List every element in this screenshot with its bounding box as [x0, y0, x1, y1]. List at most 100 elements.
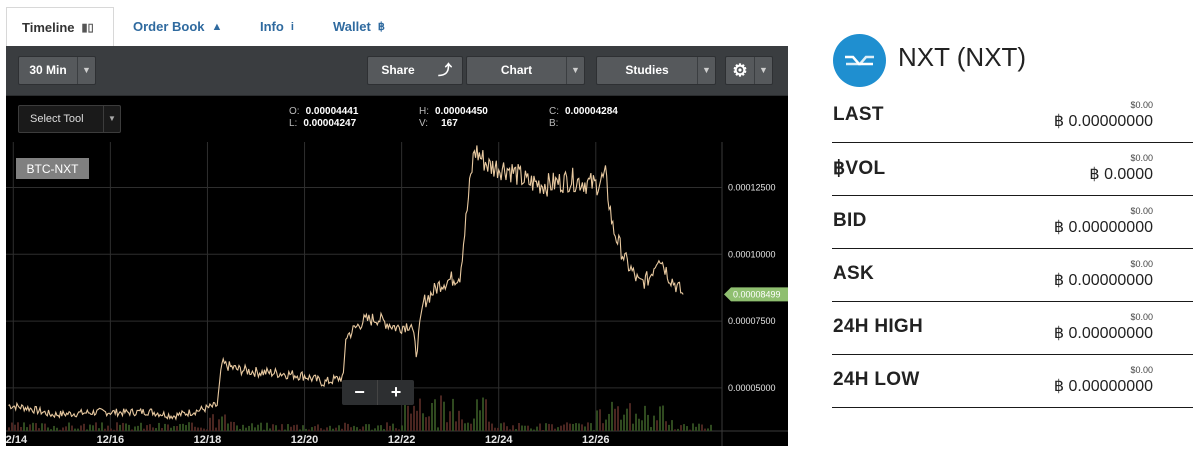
volume-bar [368, 424, 370, 431]
volume-bar [461, 419, 463, 431]
volume-bar [14, 424, 16, 431]
volume-bar [47, 427, 49, 431]
volume-bar [365, 424, 367, 431]
x-tick-label: 12/18 [194, 434, 222, 446]
volume-bar [371, 429, 373, 431]
volume-bar [635, 413, 637, 431]
volume-bar [641, 420, 643, 431]
volume-bar [167, 424, 169, 431]
volume-bar [680, 425, 682, 431]
volume-bar [704, 428, 706, 431]
volume-bar [128, 424, 130, 431]
volume-bar [485, 399, 487, 431]
volume-bar [377, 425, 379, 431]
volume-bar [35, 423, 37, 431]
volume-bar [398, 429, 400, 431]
volume-bar [101, 422, 103, 431]
volume-bar [32, 422, 34, 431]
volume-bar [701, 424, 703, 431]
volume-bar [74, 428, 76, 431]
volume-bar [386, 422, 388, 431]
zoom-controls: − + [342, 380, 414, 405]
volume-bar [647, 414, 649, 431]
volume-bar [86, 429, 88, 431]
volume-bar [98, 428, 100, 431]
stat-btc-value: ฿ 0.00000000 [1054, 270, 1153, 290]
volume-bar [527, 425, 529, 431]
volume-bar [497, 427, 499, 431]
stat-btc-number: 0.0000 [1104, 166, 1153, 183]
volume-bar [659, 406, 661, 431]
share-label: Share [381, 63, 415, 77]
volume-bar [530, 428, 532, 431]
studies-dropdown[interactable]: Studies ▼ [596, 56, 716, 85]
share-icon: ⤴ [438, 62, 452, 78]
volume-bar [344, 422, 346, 431]
volume-bar [488, 421, 490, 431]
volume-bar [266, 422, 268, 431]
volume-bar [215, 427, 217, 431]
ohlc-close: C: 0.00004284 [549, 106, 618, 117]
chevron-down-icon: ▼ [566, 57, 584, 84]
stat-label: 24H HIGH [833, 316, 924, 337]
settings-dropdown[interactable]: ⚙ ▼ [725, 56, 773, 85]
ohlc-low-label: L: [289, 118, 298, 129]
volume-bar [209, 417, 211, 431]
zoom-in-button[interactable]: + [378, 380, 414, 405]
tab-order-book[interactable]: Order Book ▲ [129, 7, 226, 46]
share-button[interactable]: Share ⤴ [367, 56, 463, 85]
volume-bar [80, 425, 82, 431]
volume-bar [359, 429, 361, 431]
y-tick-label: 0.00007500 [728, 316, 776, 326]
volume-bar [152, 427, 154, 431]
volume-bar [572, 423, 574, 431]
volume-bar [524, 425, 526, 431]
stat-row-volume: ฿VOL $0.00 ฿ 0.0000 [832, 143, 1193, 196]
interval-dropdown[interactable]: 30 Min ▼ [18, 56, 96, 85]
volume-bar [320, 428, 322, 431]
ohlc-high-label: H: [419, 106, 429, 117]
volume-bar [293, 425, 295, 431]
volume-bar [404, 404, 406, 431]
y-tick-label: 0.00012500 [728, 182, 776, 192]
bitcoin-icon: ฿ [1053, 219, 1065, 236]
volume-bar [29, 424, 31, 431]
volume-bar [458, 410, 460, 431]
volume-bar [407, 405, 409, 431]
volume-bar [323, 429, 325, 431]
volume-bar [257, 424, 259, 431]
stat-usd-value: $0.00 [1130, 153, 1153, 163]
ohlc-b-label: B: [549, 118, 559, 129]
studies-label: Studies [625, 63, 669, 77]
chart-type-dropdown[interactable]: Chart ▼ [466, 56, 585, 85]
volume-bar [263, 429, 265, 431]
chart-widget: 30 Min ▼ Share ⤴ Chart ▼ Studies ▼ ⚙ ▼ S… [6, 46, 788, 446]
volume-bar [668, 424, 670, 431]
tab-order-book-label: Order Book [133, 19, 205, 34]
volume-bar [401, 425, 403, 431]
volume-bar [698, 423, 700, 431]
tab-info[interactable]: Info i [256, 7, 298, 46]
volume-bar [233, 422, 235, 431]
ohlc-open-label: O: [289, 106, 300, 117]
ohlc-volume-label: V: [419, 118, 429, 129]
volume-bar [170, 427, 172, 431]
volume-bar [620, 419, 622, 431]
tab-wallet[interactable]: Wallet ฿ [329, 7, 389, 46]
ohlc-volume: V: 167 [419, 118, 458, 129]
ohlc-low: L: 0.00004247 [289, 118, 356, 129]
volume-bar [332, 428, 334, 431]
stat-btc-number: 0.00000000 [1068, 378, 1153, 395]
x-tick-label: 12/14 [6, 434, 28, 446]
stat-btc-value: ฿ 0.0000 [1089, 164, 1153, 184]
select-tool-dropdown[interactable]: Select Tool ▼ [18, 105, 121, 133]
volume-bar [674, 429, 676, 431]
volume-bar [539, 423, 541, 431]
zoom-out-button[interactable]: − [342, 380, 378, 405]
volume-bar [710, 424, 712, 431]
tab-timeline[interactable]: Timeline ▮▯ [6, 7, 114, 46]
volume-bar [437, 427, 439, 431]
ohlc-volume-value: 167 [441, 118, 458, 129]
volume-bar [212, 414, 214, 431]
volume-bar [638, 418, 640, 431]
